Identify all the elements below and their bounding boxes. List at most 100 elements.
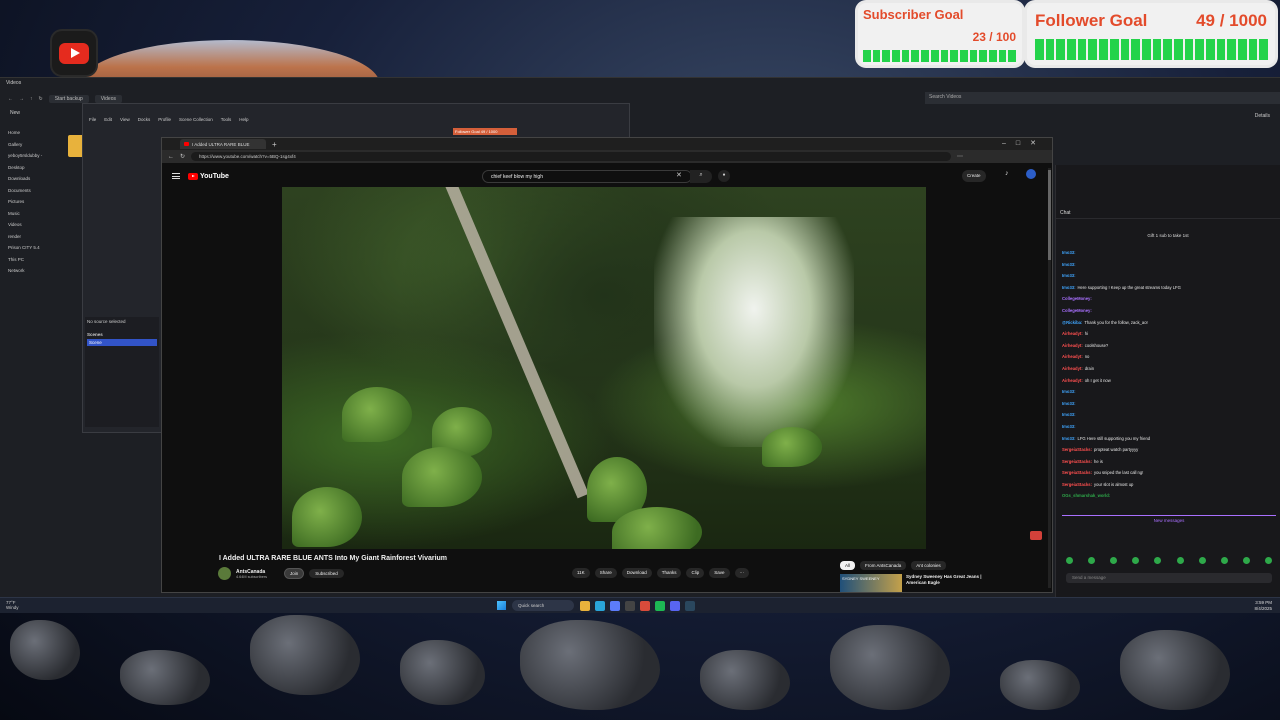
subscribed-button[interactable]: Subscribed — [309, 569, 344, 578]
channel-avatar[interactable] — [218, 567, 231, 580]
back-icon[interactable]: ← — [8, 96, 13, 102]
youtube-search-input[interactable]: chief keef blow my high — [482, 170, 692, 183]
up-icon[interactable]: ↑ — [30, 96, 33, 102]
forward-icon[interactable]: → — [19, 96, 24, 102]
start-icon[interactable] — [497, 601, 506, 610]
chat-username[interactable]: Imo33: — [1062, 424, 1076, 429]
chat-username[interactable]: SergeiaStacks: — [1062, 470, 1092, 475]
sidebar-item-documents[interactable]: Documents — [8, 188, 54, 200]
emote-icon[interactable] — [1242, 557, 1250, 564]
menu-icon[interactable] — [172, 173, 180, 179]
sidebar-item-desktop[interactable]: Desktop — [8, 165, 54, 177]
youtube-logo[interactable]: YouTube — [188, 172, 229, 180]
sidebar-item-pictures[interactable]: Pictures — [8, 199, 54, 211]
save-button[interactable]: Save — [709, 568, 730, 578]
sidebar-item-videos[interactable]: Videos — [8, 222, 54, 234]
sidebar-item-prison-city[interactable]: Prison CITY 5.4 — [8, 245, 54, 257]
search-icon[interactable]: ⌕ — [690, 170, 712, 183]
obs-menu-file[interactable]: File — [89, 117, 96, 122]
chat-username[interactable]: Airheadyt: — [1062, 366, 1083, 371]
chat-username[interactable]: SergeiaStacks: — [1062, 447, 1092, 452]
emote-icon[interactable] — [1176, 557, 1184, 564]
related-video[interactable]: SYDNEY SWEENEY Sydney Sweeney Has Great … — [840, 574, 986, 592]
chat-username[interactable]: Imo33: — [1062, 262, 1076, 267]
thanks-button[interactable]: Thanks — [656, 568, 682, 578]
sidebar-item-this-pc[interactable]: This PC — [8, 257, 54, 269]
chat-username[interactable]: Airheadyt: — [1062, 378, 1083, 383]
video-badge-icon[interactable] — [1030, 531, 1042, 540]
join-button[interactable]: Join — [284, 568, 305, 579]
extensions-icon[interactable]: ⋯ — [957, 153, 963, 160]
edge-icon[interactable] — [595, 601, 605, 611]
obs-menu-tools[interactable]: Tools — [221, 117, 232, 122]
more-actions-icon[interactable]: ⋯ — [734, 568, 750, 578]
channel-name[interactable]: AntsCanada — [236, 569, 267, 575]
sidebar-item-gallery[interactable]: Gallery — [8, 142, 54, 154]
taskbar-search-input[interactable]: Quick search — [512, 600, 574, 611]
chip-from-channel[interactable]: From AntsCanada — [860, 561, 907, 570]
sidebar-item-network[interactable]: Network — [8, 268, 54, 280]
breadcrumb-videos[interactable]: Videos — [94, 95, 122, 103]
video-player[interactable] — [282, 187, 926, 549]
sidebar-item-user[interactable]: yeboy5rsldubby - — [8, 153, 54, 165]
steam-icon[interactable] — [685, 601, 695, 611]
chat-username[interactable]: Imo33: — [1062, 273, 1076, 278]
like-button[interactable]: 11K — [572, 568, 590, 578]
discord-icon[interactable] — [670, 601, 680, 611]
weather-widget[interactable]: 77°F Windy — [6, 600, 19, 610]
emote-icon[interactable] — [1198, 557, 1206, 564]
chip-all[interactable]: All — [840, 561, 856, 570]
chat-username[interactable]: @Rickiba: — [1062, 320, 1082, 325]
details-button[interactable]: Details — [1255, 113, 1270, 119]
related-thumbnail[interactable]: SYDNEY SWEENEY — [840, 574, 902, 592]
obs-menu-edit[interactable]: Edit — [104, 117, 112, 122]
microphone-icon[interactable]: ● — [718, 170, 730, 182]
emote-icon[interactable] — [1220, 557, 1228, 564]
clear-search-icon[interactable]: ✕ — [676, 171, 682, 179]
browser-refresh-icon[interactable]: ↻ — [180, 153, 185, 160]
download-button[interactable]: Download — [621, 568, 652, 578]
store-icon[interactable] — [610, 601, 620, 611]
chat-username[interactable]: OGs_shmarshak_world: — [1062, 493, 1110, 498]
browser-back-icon[interactable]: ← — [168, 154, 174, 160]
sidebar-item-home[interactable]: Home — [8, 130, 54, 142]
chat-username[interactable]: Imo33: — [1062, 389, 1076, 394]
chat-username[interactable]: SergeiaStacks: — [1062, 459, 1092, 464]
chat-username[interactable]: Airheadyt: — [1062, 331, 1083, 336]
emote-icon[interactable] — [1132, 557, 1140, 564]
chrome-icon[interactable] — [640, 601, 650, 611]
obs-menu-view[interactable]: View — [120, 117, 130, 122]
emote-icon[interactable] — [1264, 557, 1272, 564]
chat-username[interactable]: Imo33: — [1062, 285, 1076, 290]
system-tray-clock[interactable]: 3:59 PM 8/4/2025 — [1254, 600, 1272, 611]
obs-menu-docks[interactable]: Docks — [138, 117, 151, 122]
new-button[interactable]: New — [10, 110, 20, 122]
browser-tab[interactable]: I Added ULTRA RARE BLUE — [180, 139, 266, 149]
chat-username[interactable]: CollegeMoney: — [1062, 308, 1092, 313]
chat-username[interactable]: Imo33: — [1062, 436, 1076, 441]
spotify-icon[interactable] — [655, 601, 665, 611]
account-avatar[interactable] — [1026, 169, 1036, 179]
chat-input[interactable]: Send a message — [1066, 573, 1272, 583]
chat-username[interactable]: Imo33: — [1062, 250, 1076, 255]
chat-username[interactable]: Imo33: — [1062, 401, 1076, 406]
breadcrumb-start-backup[interactable]: Start backup — [48, 95, 89, 103]
sidebar-item-render[interactable]: render — [8, 234, 54, 246]
chat-username[interactable]: Airheadyt: — [1062, 354, 1083, 359]
chat-username[interactable]: CollegeMoney: — [1062, 296, 1092, 301]
sidebar-item-music[interactable]: Music — [8, 211, 54, 223]
explorer-search-input[interactable]: Search Videos — [925, 92, 1280, 104]
obs-icon[interactable] — [625, 601, 635, 611]
emote-icon[interactable] — [1110, 557, 1118, 564]
gift-sub-notice[interactable]: Gift 1 sub to take 1st — [1056, 233, 1280, 238]
refresh-icon[interactable]: ↻ — [39, 96, 43, 102]
chip-ant-colonies[interactable]: Ant colonies — [911, 561, 946, 570]
file-explorer-icon[interactable] — [580, 601, 590, 611]
create-button[interactable]: Create — [962, 170, 986, 182]
obs-menu-help[interactable]: Help — [239, 117, 248, 122]
page-scrollbar[interactable] — [1048, 168, 1051, 588]
emote-icon[interactable] — [1066, 557, 1073, 564]
obs-scene-item[interactable]: Scene — [87, 339, 157, 346]
obs-menu-profile[interactable]: Profile — [158, 117, 171, 122]
sidebar-item-downloads[interactable]: Downloads — [8, 176, 54, 188]
